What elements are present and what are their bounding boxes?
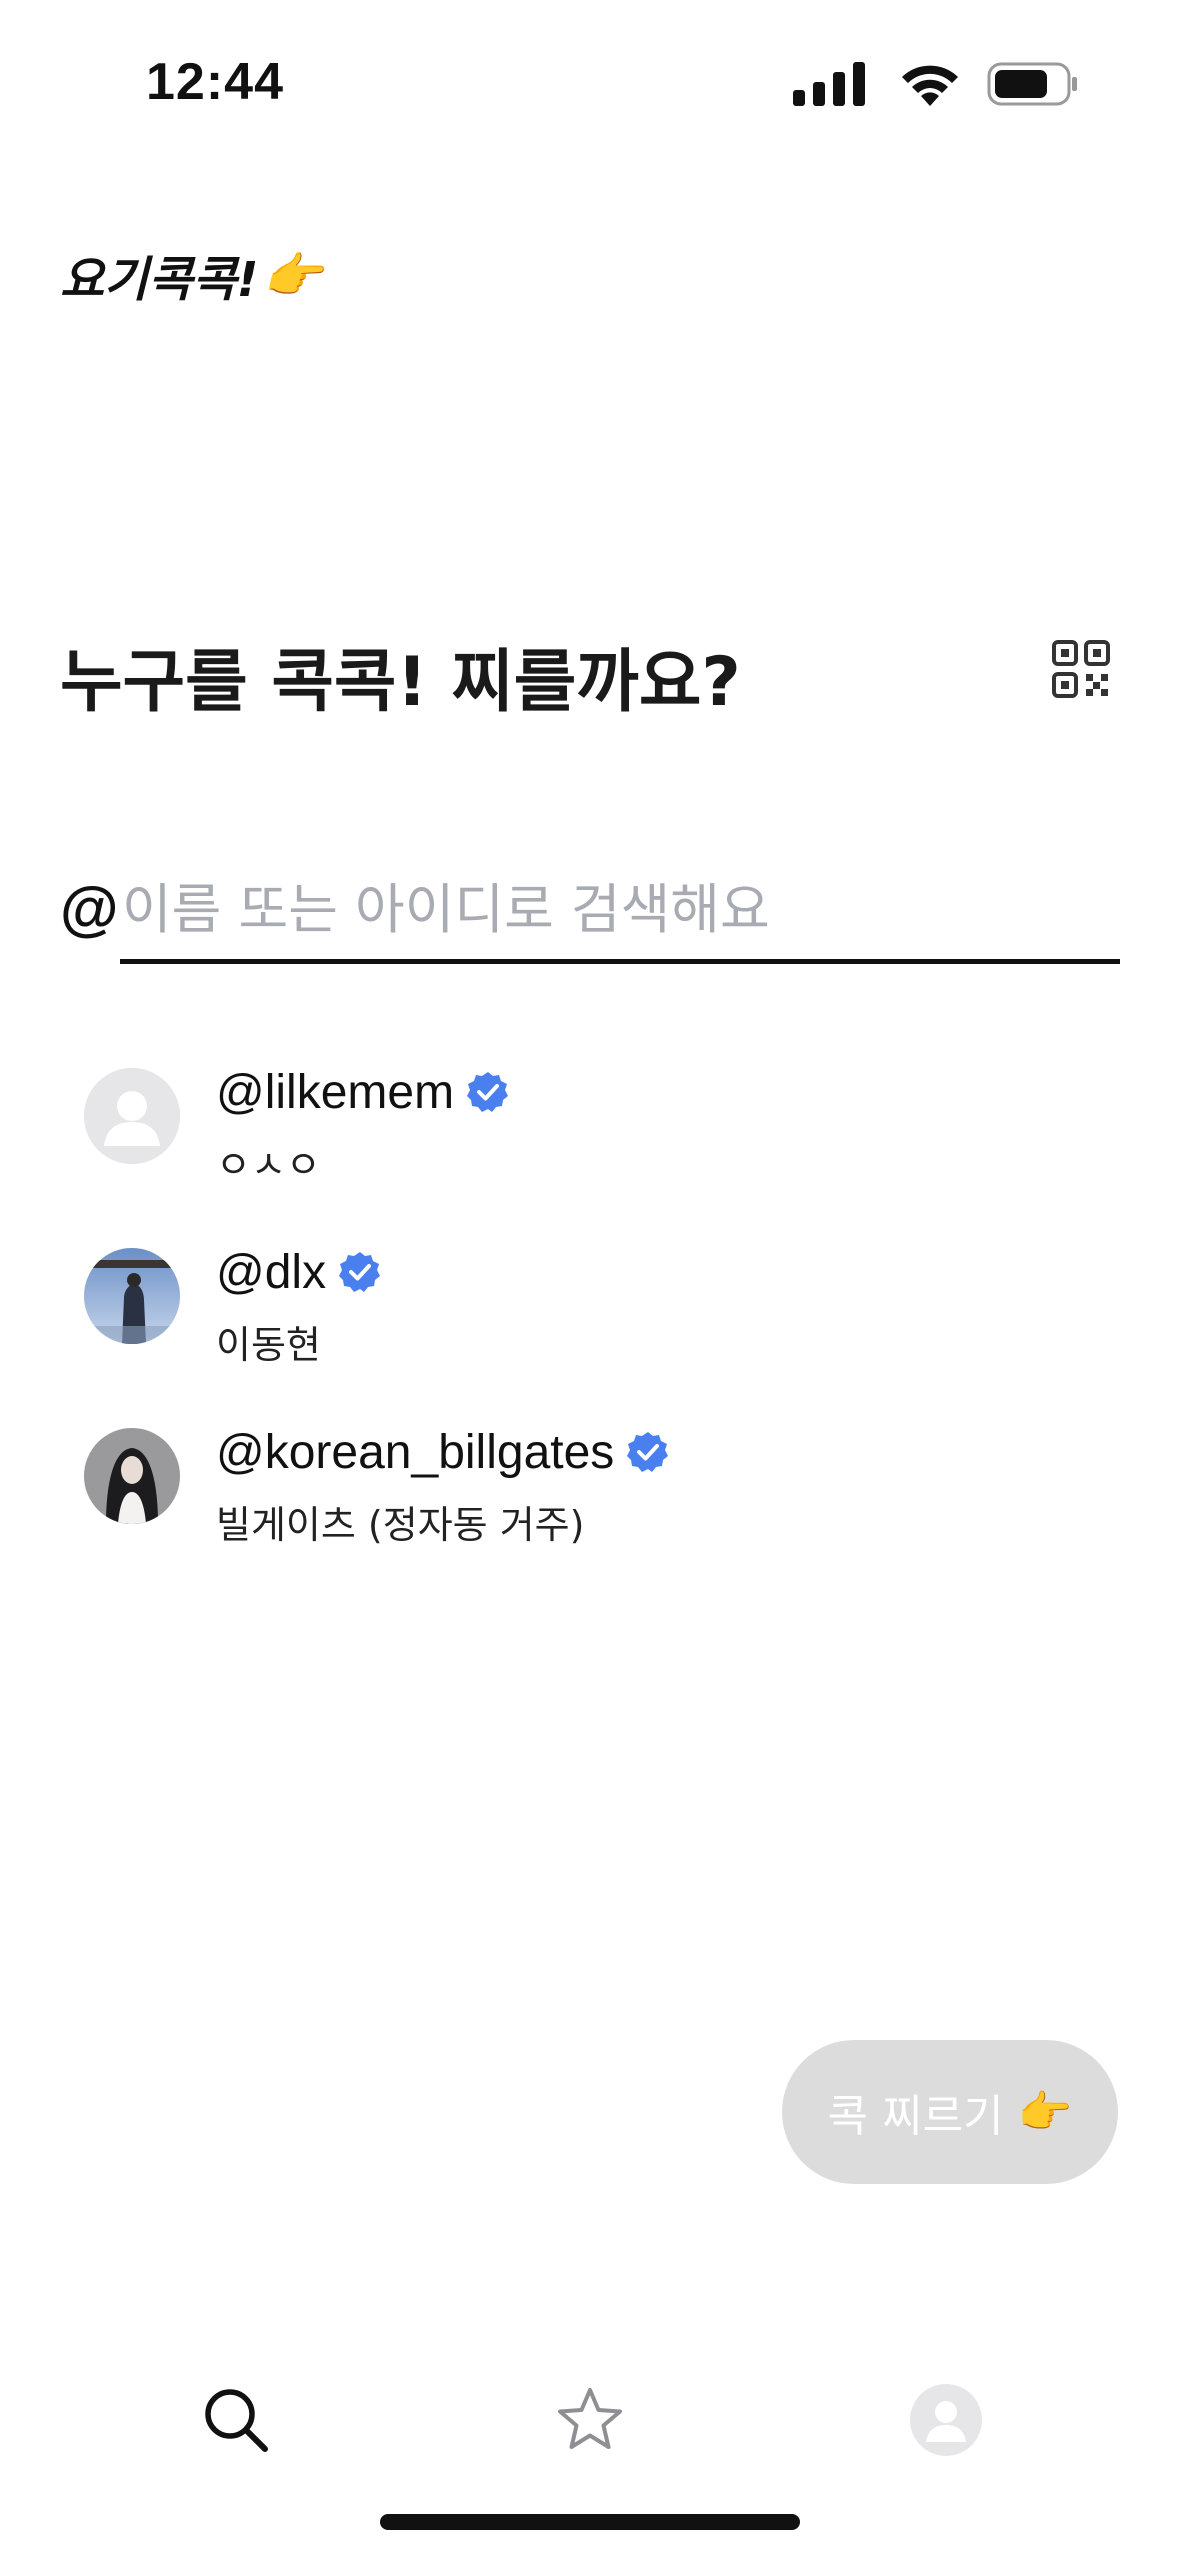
nav-search[interactable]	[186, 2370, 286, 2470]
user-name: ㅇㅅㅇ	[216, 1143, 321, 1187]
user-handle-line: @dlx	[216, 1240, 382, 1304]
nav-profile[interactable]	[896, 2370, 996, 2470]
search-prefix: @	[60, 875, 119, 942]
qr-code-icon[interactable]	[1052, 640, 1110, 698]
cellular-signal-icon	[793, 62, 865, 106]
app-logo: 요기콕콕! 👉	[60, 240, 322, 310]
pointing-hand-icon: 👉	[262, 247, 323, 304]
default-avatar-icon	[84, 1068, 180, 1164]
pointing-hand-icon: 👉	[1017, 2087, 1073, 2138]
poke-button[interactable]: 콕 찌르기 👉	[782, 2040, 1118, 2184]
photo-avatar-icon	[84, 1428, 180, 1524]
bottom-nav	[0, 2370, 1179, 2480]
battery-icon	[987, 62, 1077, 106]
star-icon	[558, 2388, 622, 2449]
user-handle: @lilkemem	[216, 1065, 455, 1119]
page-title: 누구를 콕콕! 찌를까요?	[60, 643, 741, 722]
user-handle: @korean_billgates	[216, 1425, 615, 1479]
verified-badge-icon	[627, 1432, 669, 1472]
avatar	[84, 1068, 180, 1164]
search-input[interactable]	[120, 860, 1120, 964]
list-item[interactable]: @dlx 이동현	[0, 1240, 1179, 1400]
verified-badge-icon	[467, 1072, 509, 1112]
status-icons	[793, 62, 1079, 106]
list-item[interactable]: @korean_billgates 빌게이츠 (정자동 거주)	[0, 1420, 1179, 1580]
status-bar: 12:44	[0, 0, 1179, 180]
photo-avatar-icon	[84, 1248, 180, 1344]
search-field: @	[60, 860, 1120, 980]
avatar	[84, 1428, 180, 1524]
list-item[interactable]: @lilkemem ㅇㅅㅇ	[0, 1060, 1179, 1220]
user-handle-line: @lilkemem	[216, 1060, 510, 1124]
user-name: 이동현	[216, 1323, 321, 1367]
poke-button-label: 콕 찌르기	[827, 2091, 1004, 2142]
user-handle-line: @korean_billgates	[216, 1420, 670, 1484]
status-time: 12:44	[146, 53, 284, 111]
user-name: 빌게이츠 (정자동 거주)	[216, 1503, 585, 1547]
app-logo-text: 요기콕콕!	[60, 252, 259, 308]
home-indicator[interactable]	[380, 2514, 800, 2530]
search-icon	[205, 2389, 268, 2452]
wifi-icon	[902, 65, 958, 106]
profile-icon	[910, 2384, 982, 2456]
user-handle: @dlx	[216, 1245, 327, 1299]
nav-favorites[interactable]	[540, 2370, 640, 2470]
verified-badge-icon	[339, 1252, 381, 1292]
avatar	[84, 1248, 180, 1344]
